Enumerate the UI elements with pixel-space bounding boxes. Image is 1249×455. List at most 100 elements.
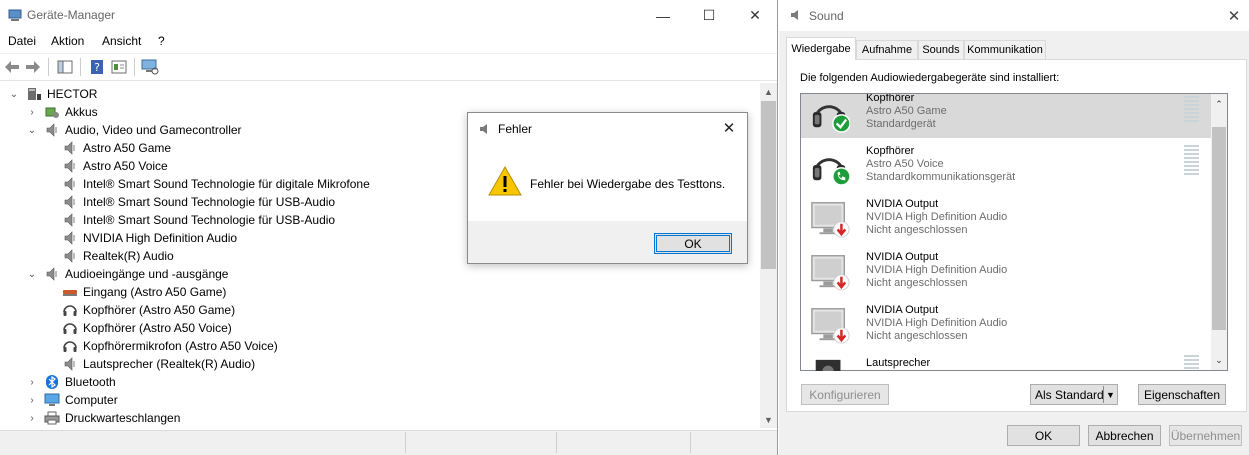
toolbar-separator <box>48 58 49 76</box>
tree-item[interactable]: Kopfhörer (Astro A50 Game) <box>62 301 235 319</box>
speaker-icon <box>62 356 78 372</box>
show-hide-console-tree-button[interactable] <box>55 57 75 77</box>
properties-button[interactable] <box>109 57 129 77</box>
tree-item[interactable]: Eingang (Astro A50 Game) <box>62 283 226 301</box>
device-driver: Astro A50 Game <box>866 105 947 117</box>
expanded-chevron-icon[interactable]: ⌄ <box>26 124 38 136</box>
tree-item-label: Akkus <box>65 105 98 119</box>
toolbar-separator <box>134 58 135 76</box>
tree-item[interactable]: Intel® Smart Sound Technologie für USB-A… <box>62 211 335 229</box>
device-list-scroll-up[interactable]: ⌃ <box>1211 96 1227 112</box>
set-default-dropdown-arrow[interactable]: ▼ <box>1103 386 1117 403</box>
speaker-icon <box>62 194 78 210</box>
tree-item[interactable]: ⌄ Audioeingänge und -ausgänge <box>26 265 229 283</box>
playback-device-item[interactable]: NVIDIA Output NVIDIA High Definition Audi… <box>801 245 1211 297</box>
tree-item[interactable]: Lautsprecher (Realtek(R) Audio) <box>62 355 255 373</box>
speaker-icon <box>62 176 78 192</box>
tree-item[interactable]: Intel® Smart Sound Technologie für digit… <box>62 175 370 193</box>
close-button[interactable]: ✕ <box>732 0 778 31</box>
tree-item[interactable]: Kopfhörermikrofon (Astro A50 Voice) <box>62 337 278 355</box>
tree-item[interactable]: Kopfhörer (Astro A50 Voice) <box>62 319 232 337</box>
computer-icon <box>26 86 42 102</box>
tree-item[interactable]: Astro A50 Game <box>62 139 171 157</box>
maximize-button[interactable]: ☐ <box>686 0 732 31</box>
speaker-icon <box>62 212 78 228</box>
tree-item[interactable]: › Druckwarteschlangen <box>26 409 180 427</box>
properties-button[interactable]: Eigenschaften <box>1138 384 1226 405</box>
device-status: Nicht angeschlossen <box>866 330 968 342</box>
playback-devices-label: Die folgenden Audiowiedergabegeräte sind… <box>800 72 1060 84</box>
menu-aktion[interactable]: Aktion <box>51 34 84 48</box>
sound-close-button[interactable]: ✕ <box>1222 4 1246 28</box>
sound-apply-button[interactable]: Übernehmen <box>1169 425 1242 446</box>
forward-button[interactable] <box>23 57 43 77</box>
tree-scroll-up-arrow[interactable]: ▲ <box>760 84 777 100</box>
configure-button[interactable]: Konfigurieren <box>801 384 889 405</box>
tab-aufnahme[interactable]: Aufnahme <box>856 40 918 59</box>
tree-item-label: Computer <box>65 393 118 407</box>
menu-help[interactable]: ? <box>158 34 165 48</box>
device-driver: NVIDIA High Definition Audio <box>866 264 1008 276</box>
tree-item-label: Intel® Smart Sound Technologie für USB-A… <box>83 213 336 227</box>
tree-item-label: Kopfhörer (Astro A50 Game) <box>83 303 236 317</box>
tab-kommunikation[interactable]: Kommunikation <box>964 40 1046 59</box>
sound-titlebar[interactable] <box>779 0 1249 31</box>
tree-item-label: Kopfhörer (Astro A50 Voice) <box>83 321 232 335</box>
device-manager-icon <box>8 9 22 21</box>
arrow-left-icon <box>5 61 19 73</box>
menu-ansicht[interactable]: Ansicht <box>102 34 141 48</box>
monitor-icon <box>810 249 850 293</box>
tree-item[interactable]: ⌄ HECTOR <box>8 85 98 103</box>
tree-item[interactable]: › Computer <box>26 391 118 409</box>
console-tree-icon <box>57 60 73 74</box>
device-list-scroll-thumb[interactable] <box>1212 127 1226 330</box>
error-dialog-close-button[interactable]: ✕ <box>716 116 742 140</box>
tab-sounds[interactable]: Sounds <box>918 40 964 59</box>
scan-monitor-icon <box>141 59 159 75</box>
tree-item[interactable]: › Akkus <box>26 103 98 121</box>
device-list-scroll-down[interactable]: ⌄ <box>1211 352 1227 368</box>
toolbar-separator <box>80 58 81 76</box>
headphone-icon <box>62 338 78 354</box>
minimize-button[interactable]: — <box>640 0 686 31</box>
device-driver: NVIDIA High Definition Audio <box>866 317 1008 329</box>
error-dialog-title: Fehler <box>498 122 533 136</box>
tree-item[interactable]: NVIDIA High Definition Audio <box>62 229 237 247</box>
tree-item[interactable]: › Bluetooth <box>26 373 116 391</box>
scan-hardware-button[interactable] <box>140 57 160 77</box>
tree-item[interactable]: Realtek(R) Audio <box>62 247 174 265</box>
tab-wiedergabe[interactable]: Wiedergabe <box>786 37 856 60</box>
sound-cancel-button[interactable]: Abbrechen <box>1088 425 1161 446</box>
expanded-chevron-icon[interactable]: ⌄ <box>8 88 20 100</box>
collapsed-chevron-icon[interactable]: › <box>26 376 38 388</box>
playback-device-item[interactable]: Kopfhörer Astro A50 Voice Standardkommunik… <box>801 139 1211 191</box>
speaker-icon <box>62 248 78 264</box>
collapsed-chevron-icon[interactable]: › <box>26 412 38 424</box>
device-status: Standardkommunikationsgerät <box>866 171 1016 183</box>
tree-item[interactable]: Astro A50 Voice <box>62 157 168 175</box>
error-ok-button[interactable]: OK <box>654 233 732 254</box>
playback-device-item[interactable]: NVIDIA Output NVIDIA High Definition Audi… <box>801 298 1211 350</box>
collapsed-chevron-icon[interactable]: › <box>26 394 38 406</box>
device-name: NVIDIA Output <box>866 251 939 263</box>
device-driver: NVIDIA High Definition Audio <box>866 211 1008 223</box>
svg-text:?: ? <box>94 61 100 74</box>
tree-item[interactable]: Intel® Smart Sound Technologie für USB-A… <box>62 193 335 211</box>
tree-scroll-thumb[interactable] <box>761 101 776 269</box>
playback-device-item[interactable]: NVIDIA Output NVIDIA High Definition Audi… <box>801 192 1211 244</box>
tree-item[interactable]: ⌄ Audio, Video und Gamecontroller <box>26 121 242 139</box>
device-name: Lautsprecher <box>866 357 931 369</box>
monitor-icon <box>44 392 60 408</box>
tree-scroll-down-arrow[interactable]: ▼ <box>760 412 777 428</box>
speaker-icon <box>44 122 60 138</box>
collapsed-chevron-icon[interactable]: › <box>26 106 38 118</box>
back-button[interactable] <box>2 57 22 77</box>
sound-title: Sound <box>809 9 844 23</box>
menu-datei[interactable]: Datei <box>8 34 36 48</box>
tree-item-label: Lautsprecher (Realtek(R) Audio) <box>83 357 256 371</box>
tree-item-label: Audio, Video und Gamecontroller <box>65 123 242 137</box>
help-button[interactable]: ? <box>87 57 107 77</box>
expanded-chevron-icon[interactable]: ⌄ <box>26 268 38 280</box>
sound-ok-button[interactable]: OK <box>1007 425 1080 446</box>
monitor-icon <box>810 302 850 346</box>
